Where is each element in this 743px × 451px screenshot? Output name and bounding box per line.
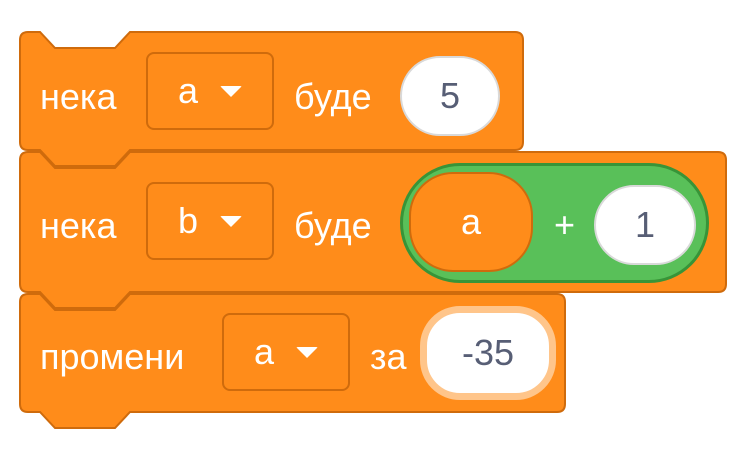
caret-down-icon [296,346,319,358]
number-input[interactable]: 1 [594,185,696,265]
variable-name: a [460,201,482,242]
by-keyword-label: за [370,336,407,377]
change-keyword-label: промени [40,336,185,377]
plus-sign: + [554,204,576,245]
variable-dropdown-a[interactable]: a [222,313,350,391]
set-keyword-label: нека [40,205,117,246]
to-keyword-label: буде [294,205,372,246]
variable-dropdown-b[interactable]: b [146,182,274,260]
variable-dropdown-a[interactable]: a [146,52,274,130]
change-value-input[interactable]: -35 [420,306,556,400]
value-text: 1 [634,204,656,245]
variable-name: a [253,331,275,372]
script-stack[interactable]: нека a буде 5 нека b буде a + 1 промени … [0,0,743,451]
value-text: 5 [439,75,461,116]
value-input[interactable]: 5 [400,56,500,136]
variable-name: a [177,70,199,111]
caret-down-icon [220,85,243,97]
value-text: -35 [461,332,515,373]
variable-name: b [177,200,199,241]
caret-down-icon [220,215,243,227]
set-keyword-label: нека [40,76,117,117]
variable-reporter-a[interactable]: a [409,172,533,272]
to-keyword-label: буде [294,76,372,117]
